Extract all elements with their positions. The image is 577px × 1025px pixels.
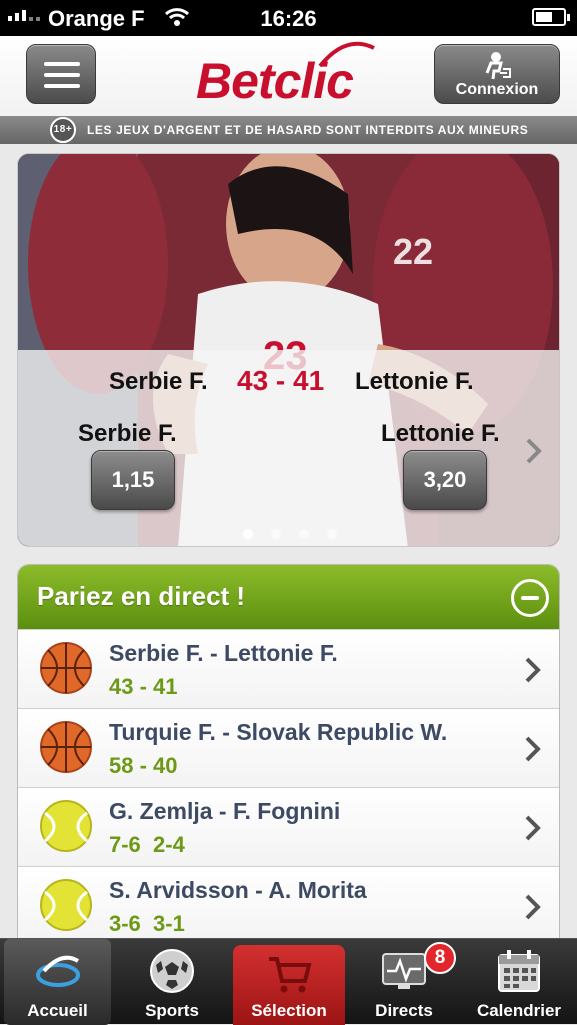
away-odds-button[interactable]: 3,20 (403, 450, 487, 510)
connexion-label: Connexion (455, 81, 539, 98)
basketball-icon (39, 641, 93, 695)
user-login-icon (485, 52, 511, 80)
carousel-dot[interactable] (298, 529, 309, 539)
live-match-row[interactable]: S. Arvidsson - A. Morita 3-6 3-1 (18, 866, 559, 943)
logo-text: Betclic (196, 53, 354, 109)
clock: 16:26 (260, 6, 317, 31)
tab-directs-label: Directs (375, 1001, 433, 1020)
tennis-ball-icon (39, 878, 93, 932)
match-score: 58 - 40 (109, 753, 178, 778)
match-score: 43 - 41 (109, 674, 178, 699)
tab-selection-label: Sélection (251, 1001, 327, 1020)
tab-sports-label: Sports (145, 1001, 199, 1020)
status-bar: Orange F 16:26 (0, 0, 577, 36)
collapse-icon[interactable] (511, 579, 549, 617)
tab-calendrier[interactable]: Calendrier (462, 939, 576, 1025)
match-score: 3-6 3-1 (109, 911, 185, 936)
chevron-right-icon (524, 735, 542, 763)
live-betting-section: Pariez en direct ! Serbie F. - Lettonie … (17, 564, 560, 944)
match-name: S. Arvidsson - A. Morita (109, 877, 367, 903)
app-header: Betclic Connexion (0, 36, 577, 116)
carousel-dot[interactable] (270, 529, 281, 539)
tab-calendrier-label: Calendrier (476, 1001, 562, 1020)
age-restriction-badge: 18+ (50, 117, 76, 143)
cart-icon (269, 957, 312, 993)
hero-home-team: Serbie F. (109, 368, 208, 395)
carousel-pagination (18, 526, 559, 544)
chevron-right-icon (524, 893, 542, 921)
svg-text:22: 22 (393, 231, 433, 272)
match-name: Serbie F. - Lettonie F. (109, 640, 338, 666)
carousel-dot[interactable] (326, 529, 337, 539)
connexion-button[interactable]: Connexion (434, 44, 560, 104)
directs-notification-badge: 8 (424, 942, 456, 974)
tab-selection[interactable]: Sélection (233, 945, 345, 1025)
tab-accueil-label: Accueil (27, 1001, 88, 1020)
tennis-ball-icon (39, 799, 93, 853)
monitor-pulse-icon (382, 953, 426, 989)
live-section-title: Pariez en direct ! (37, 581, 246, 611)
hero-score: 43 - 41 (237, 365, 325, 396)
featured-match-banner[interactable]: 23 22 Serbie F. 43 - 41 Lettonie F. Serb… (17, 153, 560, 547)
live-match-row[interactable]: Turquie F. - Slovak Republic W. 58 - 40 (18, 708, 559, 788)
age-warning-text: LES JEUX D'ARGENT ET DE HASARD SONT INTE… (87, 123, 529, 137)
menu-button[interactable] (26, 44, 96, 104)
live-section-header[interactable]: Pariez en direct ! (18, 565, 559, 629)
tab-sports[interactable]: Sports (118, 939, 226, 1025)
battery-icon (532, 8, 570, 26)
match-name: G. Zemlja - F. Fognini (109, 798, 341, 824)
live-match-row[interactable]: G. Zemlja - F. Fognini 7-6 2-4 (18, 787, 559, 867)
chevron-right-icon[interactable] (524, 436, 544, 466)
bottom-tab-bar: Accueil Sports Sélection Directs Calendr… (0, 938, 577, 1025)
age-warning-banner: 18+ LES JEUX D'ARGENT ET DE HASARD SONT … (0, 116, 577, 144)
tab-accueil[interactable]: Accueil (4, 939, 111, 1025)
match-score: 7-6 2-4 (109, 832, 185, 857)
home-pick-label: Serbie F. (78, 420, 177, 447)
home-odds-button[interactable]: 1,15 (91, 450, 175, 510)
chevron-right-icon (524, 656, 542, 684)
betclic-logo: Betclic (196, 41, 378, 109)
calendar-icon (498, 950, 540, 992)
chevron-right-icon (524, 814, 542, 842)
basketball-icon (39, 720, 93, 774)
away-pick-label: Lettonie F. (381, 420, 500, 447)
live-match-row[interactable]: Serbie F. - Lettonie F. 43 - 41 (18, 629, 559, 709)
home-logo-icon (35, 955, 80, 987)
hero-away-team: Lettonie F. (355, 368, 474, 395)
soccer-ball-icon (150, 949, 194, 993)
match-name: Turquie F. - Slovak Republic W. (109, 719, 448, 745)
carousel-dot[interactable] (242, 529, 253, 539)
